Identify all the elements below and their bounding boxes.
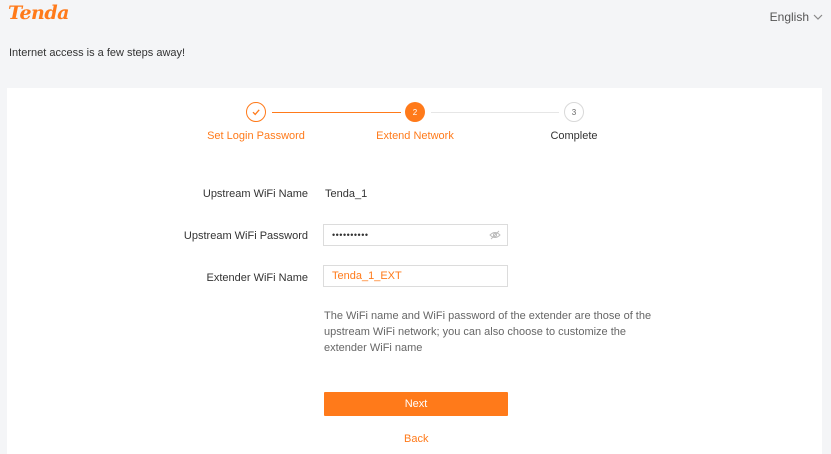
setup-panel: 2 3 Set Login Password Extend Network Co… bbox=[7, 88, 822, 454]
step-3-circle: 3 bbox=[564, 102, 584, 122]
upstream-wifi-name-value: Tenda_1 bbox=[325, 188, 368, 200]
tenda-logo: Tenda bbox=[8, 2, 69, 24]
step-2-label: Extend Network bbox=[376, 130, 454, 142]
step-3-label: Complete bbox=[550, 130, 598, 142]
step-connector-1 bbox=[272, 112, 401, 113]
extender-wifi-name-label: Extender WiFi Name bbox=[206, 272, 308, 284]
step-2-circle: 2 bbox=[405, 102, 425, 122]
page-subtitle: Internet access is a few steps away! bbox=[9, 47, 186, 59]
header-bar: Tenda English Internet access is a few s… bbox=[0, 0, 831, 88]
extender-wifi-name-value: Tenda_1_EXT bbox=[332, 270, 402, 282]
step-1-label: Set Login Password bbox=[207, 130, 305, 142]
password-masked-value: •••••••••• bbox=[332, 230, 369, 240]
chevron-down-icon bbox=[813, 14, 823, 20]
next-button[interactable]: Next bbox=[324, 392, 508, 416]
upstream-wifi-name-label: Upstream WiFi Name bbox=[202, 188, 308, 200]
step-3-number: 3 bbox=[571, 107, 577, 117]
extender-wifi-name-input[interactable]: Tenda_1_EXT bbox=[323, 265, 508, 287]
step-2-number: 2 bbox=[412, 107, 418, 117]
upstream-wifi-password-label: Upstream WiFi Password bbox=[183, 230, 308, 242]
back-link[interactable]: Back bbox=[404, 433, 428, 445]
step-1-check-icon bbox=[246, 102, 266, 122]
upstream-wifi-password-input[interactable]: •••••••••• bbox=[323, 224, 508, 246]
language-selector[interactable]: English bbox=[770, 10, 823, 24]
step-connector-2 bbox=[431, 112, 559, 113]
next-button-label: Next bbox=[404, 398, 428, 410]
extender-hint-text: The WiFi name and WiFi password of the e… bbox=[324, 310, 652, 354]
language-label: English bbox=[769, 10, 809, 24]
eye-hidden-icon[interactable] bbox=[489, 230, 501, 240]
